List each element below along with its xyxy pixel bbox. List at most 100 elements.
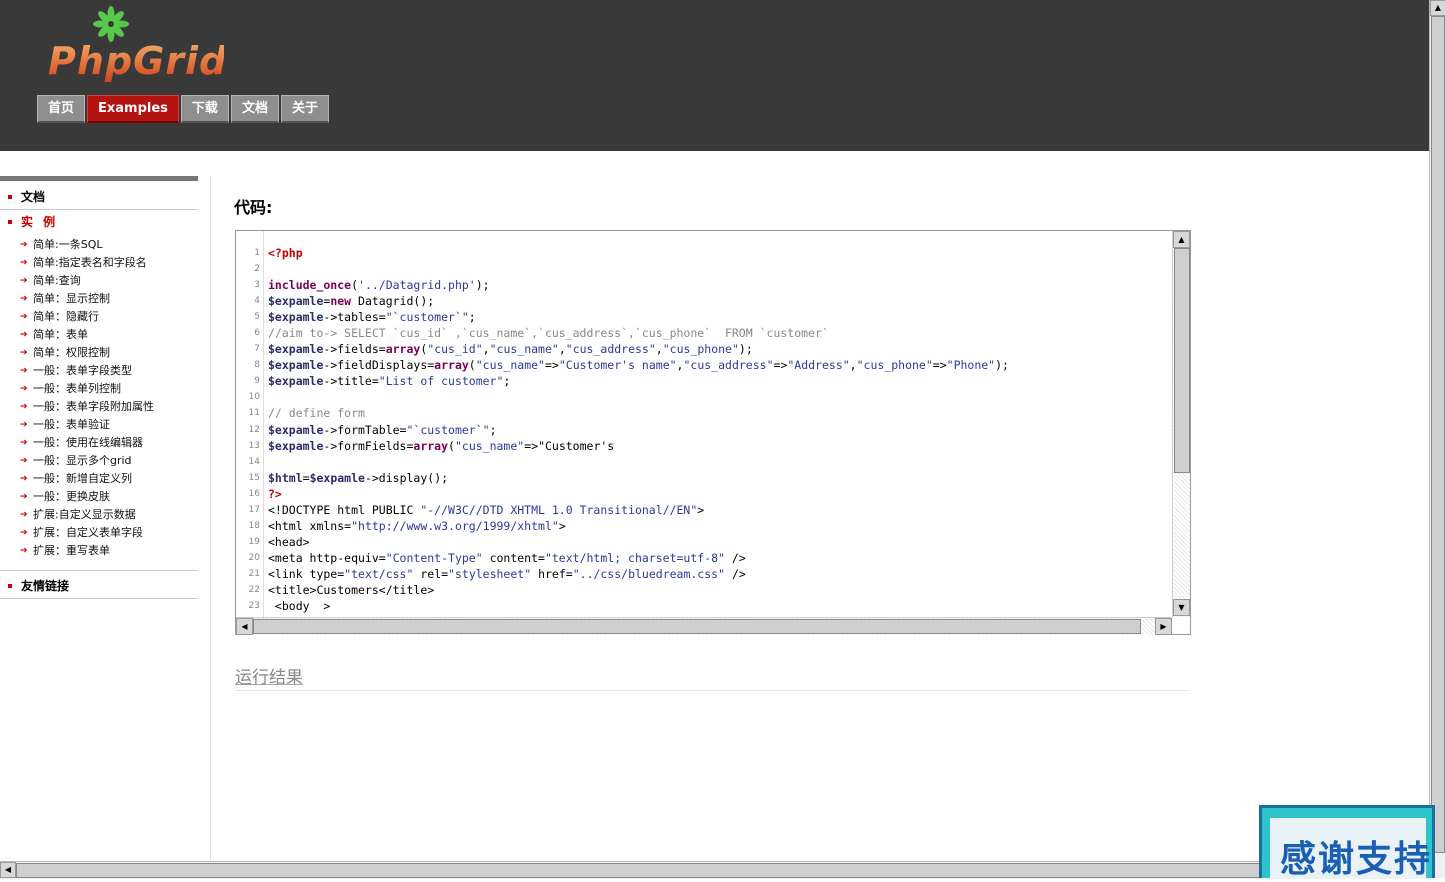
line-number: 17 bbox=[248, 504, 260, 515]
bullet-icon bbox=[8, 220, 12, 224]
page-horizontal-scrollbar[interactable]: ◀ bbox=[0, 861, 1429, 879]
sidebar-example-item[interactable]: ➔ 简单：表单 bbox=[0, 326, 158, 344]
line-number: 13 bbox=[248, 440, 260, 451]
sidebar-example-label: 简单：权限控制 bbox=[33, 346, 110, 359]
sidebar-section-label: 文档 bbox=[21, 190, 46, 204]
sidebar-example-item[interactable]: ➔ 简单：权限控制 bbox=[0, 344, 158, 362]
phpgrid-logo[interactable]: PhpGrid bbox=[44, 4, 226, 84]
sidebar-example-label: 简单:查询 bbox=[33, 274, 81, 287]
arrow-right-icon: ➔ bbox=[20, 456, 28, 466]
nav-tab-1[interactable]: Examples bbox=[87, 95, 179, 123]
result-heading[interactable]: 运行结果 bbox=[235, 663, 303, 688]
code-vertical-scrollbar[interactable]: ▲ ▼ bbox=[1172, 231, 1190, 617]
page-vertical-scrollbar[interactable]: ▲ bbox=[1429, 0, 1445, 878]
code-line: 7 $expamle->fields=array("cus_id","cus_na… bbox=[236, 341, 1172, 357]
sidebar-example-label: 一般：新增自定义列 bbox=[33, 472, 132, 485]
line-number: 14 bbox=[248, 456, 260, 467]
arrow-right-icon: ➔ bbox=[20, 312, 28, 322]
sidebar-section-label: 友情链接 bbox=[21, 579, 70, 593]
sidebar-example-item[interactable]: ➔ 扩展：自定义表单字段 bbox=[0, 524, 158, 542]
code-text: $expamle->title="List of customer"; bbox=[268, 374, 511, 389]
sidebar-example-item[interactable]: ➔ 一般：表单列控制 bbox=[0, 380, 158, 398]
code-viewport: 1 <?php 2 3 include_once('../Datagrid.php');… bbox=[236, 231, 1172, 617]
scroll-left-arrow-icon[interactable]: ◀ bbox=[236, 618, 253, 635]
sidebar-example-item[interactable]: ➔ 一般：表单字段附加属性 bbox=[0, 398, 158, 416]
page-scroll-up-arrow-icon[interactable]: ▲ bbox=[1430, 0, 1445, 16]
code-text: //aim to-> SELECT `cus_id` ,`cus_name`,`… bbox=[268, 326, 829, 341]
line-number: 1 bbox=[254, 248, 260, 258]
line-number: 12 bbox=[248, 424, 260, 435]
vertical-scroll-thumb[interactable] bbox=[1174, 248, 1190, 473]
sidebar-example-item[interactable]: ➔ 简单：显示控制 bbox=[0, 290, 158, 308]
sidebar-example-item[interactable]: ➔ 一般：使用在线编辑器 bbox=[0, 434, 158, 452]
arrow-right-icon: ➔ bbox=[20, 384, 28, 394]
line-number: 22 bbox=[248, 584, 260, 595]
sidebar-example-item[interactable]: ➔ 扩展:自定义显示数据 bbox=[0, 506, 158, 524]
code-line: 18 <html xmlns="http://www.w3.org/1999/xh… bbox=[236, 518, 1172, 534]
code-line: 23 <body > bbox=[236, 598, 1172, 614]
code-text: <title>Customers</title> bbox=[268, 582, 435, 597]
code-text: $expamle=new Datagrid(); bbox=[268, 294, 435, 309]
nav-tab-4[interactable]: 关于 bbox=[280, 95, 329, 123]
code-text: <html xmlns="http://www.w3.org/1999/xhtm… bbox=[268, 518, 566, 533]
sidebar-example-item[interactable]: ➔ 一般：新增自定义列 bbox=[0, 470, 158, 488]
sidebar-example-item[interactable]: ➔ 一般：表单字段类型 bbox=[0, 362, 158, 380]
sidebar-example-label: 一般：表单验证 bbox=[33, 418, 110, 431]
code-viewer[interactable]: 1 <?php 2 3 include_once('../Datagrid.php');… bbox=[235, 230, 1191, 635]
horizontal-scroll-thumb[interactable] bbox=[253, 619, 1141, 634]
sidebar-example-item[interactable]: ➔ 一般：表单验证 bbox=[0, 416, 158, 434]
nav-tab-0[interactable]: 首页 bbox=[37, 95, 86, 123]
sidebar-example-label: 简单:一条SQL bbox=[33, 238, 103, 251]
sidebar-example-item[interactable]: ➔ 简单：隐藏行 bbox=[0, 308, 158, 326]
arrow-right-icon: ➔ bbox=[20, 366, 28, 376]
line-number: 9 bbox=[254, 376, 260, 387]
sidebar-example-label: 一般：表单字段附加属性 bbox=[33, 400, 154, 413]
line-number: 15 bbox=[248, 472, 260, 483]
code-text: include_once('../Datagrid.php'); bbox=[268, 278, 490, 293]
thanks-support-badge[interactable]: 感谢支持 bbox=[1259, 805, 1435, 880]
arrow-right-icon: ➔ bbox=[20, 438, 28, 448]
code-text: $expamle->formFields=array("cus_name"=>"… bbox=[268, 438, 615, 453]
line-number: 19 bbox=[248, 536, 260, 547]
sidebar-example-label: 扩展：重写表单 bbox=[33, 544, 110, 557]
scroll-down-arrow-icon[interactable]: ▼ bbox=[1173, 599, 1190, 616]
arrow-right-icon: ➔ bbox=[20, 474, 28, 484]
nav-tab-3[interactable]: 文档 bbox=[230, 95, 279, 123]
sidebar-example-item[interactable]: ➔ 一般：更换皮肤 bbox=[0, 488, 158, 506]
line-number: 8 bbox=[254, 360, 260, 371]
sidebar-section-docs[interactable]: 文档 bbox=[0, 185, 198, 210]
arrow-right-icon: ➔ bbox=[20, 546, 28, 556]
scroll-up-arrow-icon[interactable]: ▲ bbox=[1173, 231, 1190, 248]
logo-text: PhpGrid bbox=[48, 39, 224, 83]
examples-list: ➔ 简单:一条SQL ➔ 简单:指定表名和字段名 ➔ 简单:查询 ➔ 简单：显示控制 ➔ 简单：隐… bbox=[0, 234, 198, 571]
sidebar-divider bbox=[210, 176, 211, 860]
sidebar-example-item[interactable]: ➔ 简单:一条SQL bbox=[0, 236, 158, 254]
code-lines: 1 <?php 2 3 include_once('../Datagrid.php');… bbox=[236, 245, 1172, 614]
code-text: // define form bbox=[268, 406, 365, 421]
arrow-right-icon: ➔ bbox=[20, 510, 28, 520]
code-text: <!DOCTYPE html PUBLIC "-//W3C//DTD XHTML… bbox=[268, 502, 705, 517]
sidebar-example-item[interactable]: ➔ 一般：显示多个grid bbox=[0, 452, 158, 470]
bullet-icon bbox=[8, 195, 12, 199]
sidebar-example-item[interactable]: ➔ 简单:查询 bbox=[0, 272, 158, 290]
sidebar-section-links[interactable]: 友情链接 bbox=[0, 574, 198, 599]
sidebar-example-label: 一般：表单列控制 bbox=[33, 382, 121, 395]
page-scroll-left-arrow-icon[interactable]: ◀ bbox=[0, 862, 16, 878]
code-line: 16 ?> bbox=[236, 486, 1172, 502]
sidebar-section-examples[interactable]: 实 例 bbox=[0, 210, 198, 234]
code-text: <meta http-equiv="Content-Type" content=… bbox=[268, 550, 746, 565]
page-horizontal-scroll-thumb[interactable] bbox=[16, 863, 1428, 878]
sidebar-example-item[interactable]: ➔ 简单:指定表名和字段名 bbox=[0, 254, 158, 272]
main-nav: 首页 Examples 下载 文档 关于 bbox=[37, 95, 331, 123]
nav-tab-2[interactable]: 下载 bbox=[180, 95, 229, 123]
scroll-right-arrow-icon[interactable]: ▶ bbox=[1155, 618, 1172, 635]
arrow-right-icon: ➔ bbox=[20, 402, 28, 412]
line-number: 23 bbox=[248, 601, 260, 612]
page-vertical-scroll-thumb[interactable] bbox=[1431, 16, 1445, 853]
arrow-right-icon: ➔ bbox=[20, 294, 28, 304]
code-horizontal-scrollbar[interactable]: ◀ ▶ bbox=[236, 617, 1172, 635]
sidebar-example-label: 扩展：自定义表单字段 bbox=[33, 526, 143, 539]
result-divider bbox=[235, 690, 1190, 691]
sidebar-example-item[interactable]: ➔ 扩展：重写表单 bbox=[0, 542, 158, 560]
line-number: 18 bbox=[248, 520, 260, 531]
